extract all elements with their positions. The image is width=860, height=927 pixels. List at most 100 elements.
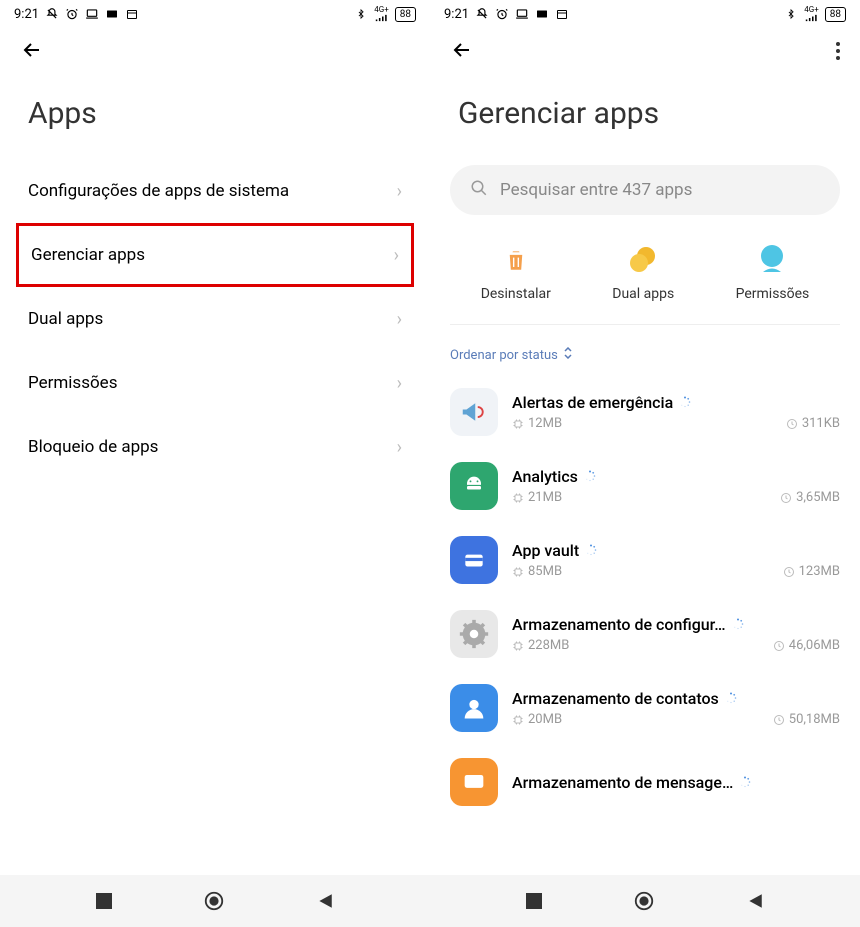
list-item-label: Permissões: [28, 373, 117, 393]
list-item-label: Gerenciar apps: [31, 245, 145, 265]
status-bar: 9:21 4G+ 88: [0, 0, 430, 28]
sort-button[interactable]: Ordenar por status: [450, 325, 840, 375]
nav-bar: [0, 875, 430, 927]
signal-label: 4G+: [374, 6, 388, 22]
overflow-menu-button[interactable]: [836, 41, 840, 65]
app-data: 311KB: [786, 416, 840, 431]
app-data: 3,65MB: [780, 490, 840, 505]
app-name: Alertas de emergência: [512, 393, 673, 412]
loading-spinner-icon: [585, 541, 597, 560]
loading-spinner-icon: [732, 615, 744, 634]
signal-label: 4G+: [804, 6, 818, 22]
nav-back-button[interactable]: [746, 892, 764, 910]
app-data: 123MB: [783, 564, 840, 579]
bluetooth-icon: [784, 7, 798, 21]
app-row[interactable]: Armazenamento de contatos 20MB 50,18MB: [450, 671, 840, 745]
app-name: App vault: [512, 541, 579, 560]
list-item-label: Bloqueio de apps: [28, 437, 158, 457]
action-label: Desinstalar: [481, 286, 551, 302]
mail-icon: [105, 7, 119, 21]
back-button[interactable]: [20, 38, 44, 68]
alarm-icon: [495, 7, 509, 21]
app-storage: 20MB: [512, 712, 562, 727]
alarm-icon: [65, 7, 79, 21]
app-name: Armazenamento de contatos: [512, 689, 719, 708]
bluetooth-icon: [354, 7, 368, 21]
app-icon: [450, 388, 498, 436]
app-data: 50,18MB: [773, 712, 840, 727]
back-button[interactable]: [450, 38, 474, 68]
battery-icon: 88: [825, 7, 846, 22]
action-row: Desinstalar Dual apps Permissões: [450, 233, 840, 325]
dnd-icon: [475, 7, 489, 21]
calendar-icon: [125, 7, 139, 21]
search-icon: [470, 179, 488, 201]
header: [0, 28, 430, 78]
settings-item-manage-apps[interactable]: Gerenciar apps ›: [16, 223, 414, 287]
laptop-icon: [515, 7, 529, 21]
page-title: Apps: [20, 78, 410, 159]
loading-spinner-icon: [739, 773, 751, 792]
action-label: Dual apps: [612, 286, 674, 302]
mail-icon: [535, 7, 549, 21]
nav-back-button[interactable]: [316, 892, 334, 910]
nav-home-button[interactable]: [203, 890, 225, 912]
app-name: Armazenamento de mensage…: [512, 773, 733, 792]
app-row[interactable]: Armazenamento de configur… 228MB 46,06MB: [450, 597, 840, 671]
chevron-right-icon: ›: [397, 437, 402, 458]
sort-label: Ordenar por status: [450, 348, 558, 363]
app-row[interactable]: Analytics 21MB 3,65MB: [450, 449, 840, 523]
header: [430, 28, 860, 78]
dnd-icon: [45, 7, 59, 21]
nav-bar: [430, 875, 860, 927]
action-uninstall[interactable]: Desinstalar: [481, 243, 551, 302]
app-data: 46,06MB: [773, 638, 840, 653]
search-input[interactable]: Pesquisar entre 437 apps: [450, 165, 840, 215]
app-row[interactable]: Armazenamento de mensage…: [450, 745, 840, 819]
list-item-label: Configurações de apps de sistema: [28, 181, 289, 201]
settings-item-permissions[interactable]: Permissões ›: [20, 351, 410, 415]
status-time: 9:21: [14, 7, 39, 22]
battery-icon: 88: [395, 7, 416, 22]
nav-recents-button[interactable]: [96, 893, 112, 909]
page-title: Gerenciar apps: [450, 78, 840, 159]
search-placeholder: Pesquisar entre 437 apps: [500, 180, 692, 200]
nav-recents-button[interactable]: [526, 893, 542, 909]
app-storage: 85MB: [512, 564, 562, 579]
app-icon: [450, 462, 498, 510]
chevron-right-icon: ›: [397, 181, 402, 202]
list-item-label: Dual apps: [28, 309, 103, 329]
laptop-icon: [85, 7, 99, 21]
app-row[interactable]: Alertas de emergência 12MB 311KB: [450, 375, 840, 449]
calendar-icon: [555, 7, 569, 21]
chevron-right-icon: ›: [397, 373, 402, 394]
app-storage: 21MB: [512, 490, 562, 505]
settings-item-system-apps[interactable]: Configurações de apps de sistema ›: [20, 159, 410, 223]
app-name: Analytics: [512, 467, 578, 486]
sort-icon: [563, 347, 573, 363]
settings-item-dual-apps[interactable]: Dual apps ›: [20, 287, 410, 351]
action-permissions[interactable]: Permissões: [736, 243, 810, 302]
app-storage: 12MB: [512, 416, 562, 431]
status-bar: 9:21 4G+ 88: [430, 0, 860, 28]
loading-spinner-icon: [725, 689, 737, 708]
loading-spinner-icon: [584, 467, 596, 486]
action-label: Permissões: [736, 286, 810, 302]
status-time: 9:21: [444, 7, 469, 22]
permissions-icon: [755, 243, 789, 277]
trash-icon: [499, 243, 533, 277]
app-name: Armazenamento de configur…: [512, 615, 726, 634]
app-row[interactable]: App vault 85MB 123MB: [450, 523, 840, 597]
app-icon: [450, 610, 498, 658]
nav-home-button[interactable]: [633, 890, 655, 912]
dual-icon: [626, 243, 660, 277]
chevron-right-icon: ›: [397, 309, 402, 330]
app-storage: 228MB: [512, 638, 569, 653]
loading-spinner-icon: [679, 393, 691, 412]
settings-item-app-lock[interactable]: Bloqueio de apps ›: [20, 415, 410, 479]
app-icon: [450, 684, 498, 732]
chevron-right-icon: ›: [394, 245, 399, 266]
action-dual-apps[interactable]: Dual apps: [612, 243, 674, 302]
app-icon: [450, 536, 498, 584]
app-icon: [450, 758, 498, 806]
